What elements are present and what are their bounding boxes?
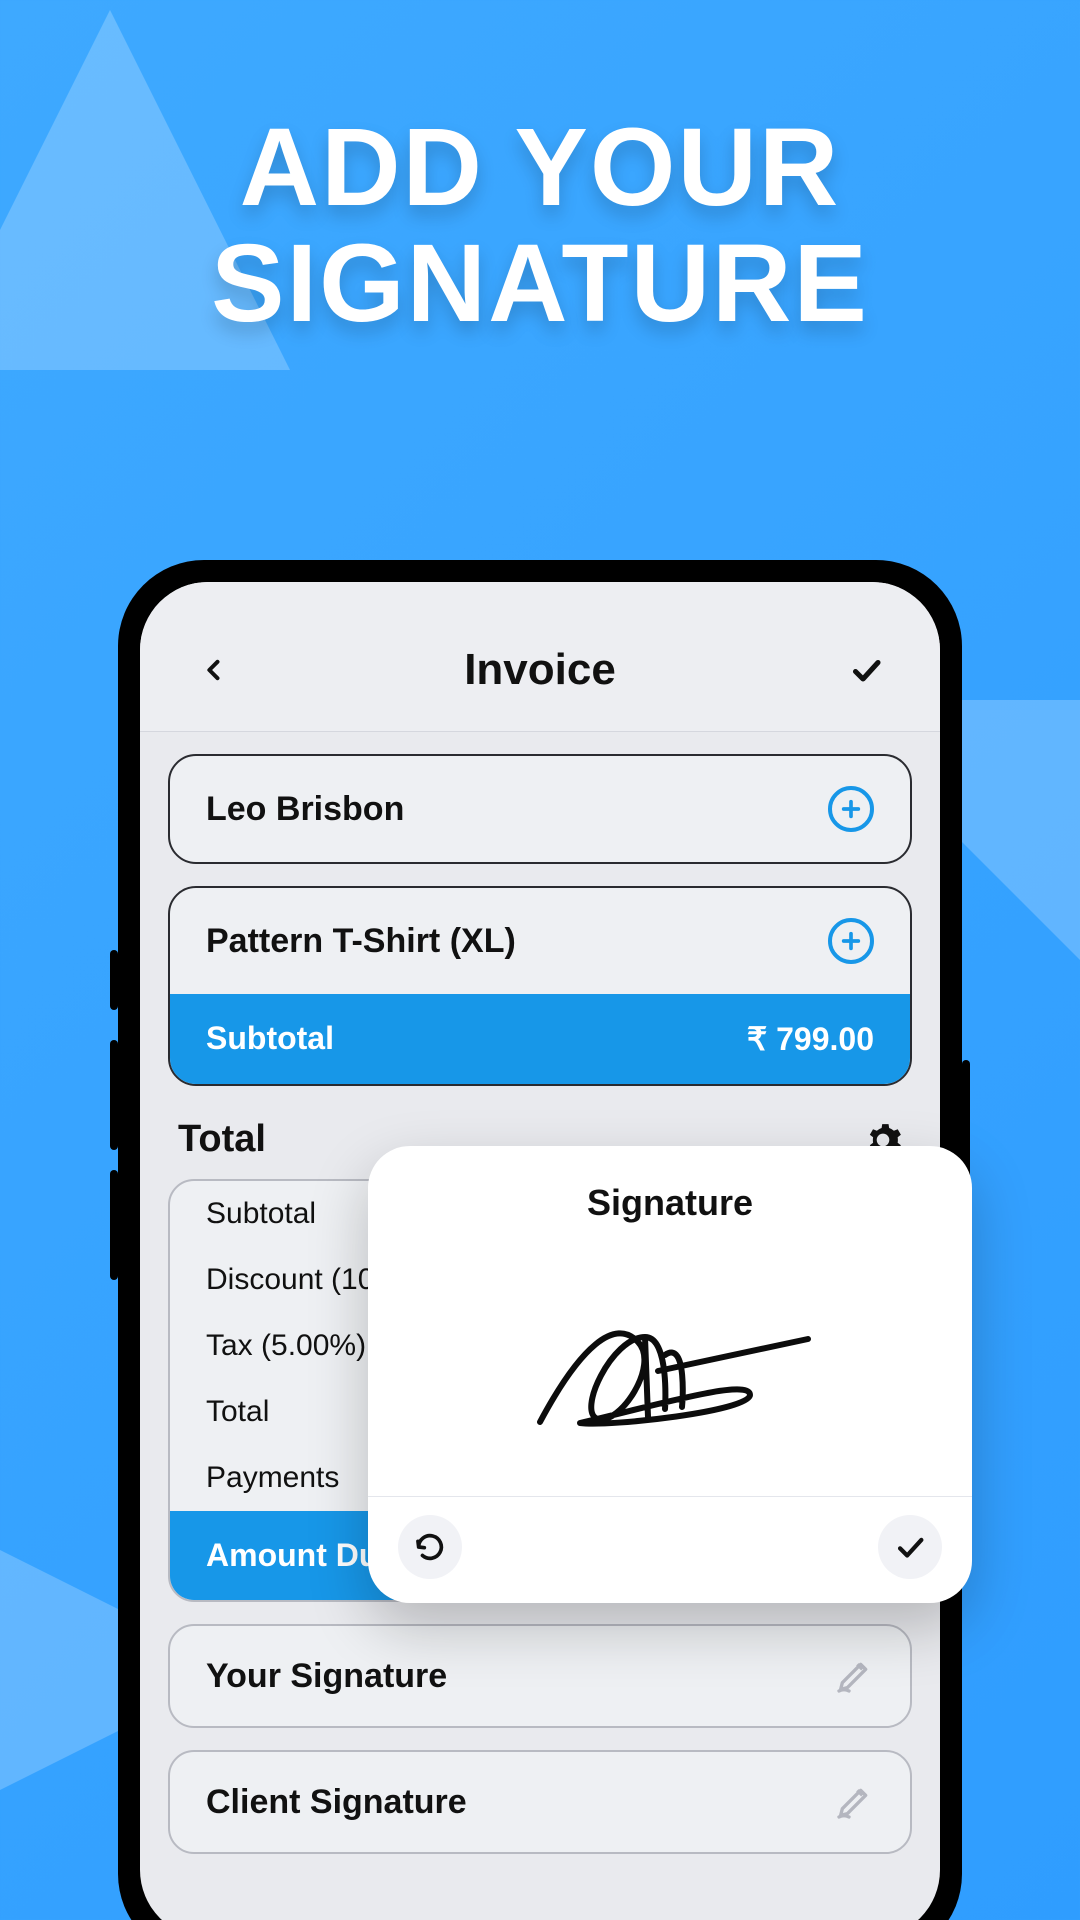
confirm-button[interactable] (848, 652, 884, 688)
total-heading: Total (178, 1118, 266, 1161)
client-signature-row[interactable]: Client Signature (168, 1750, 912, 1854)
phone-side-button (110, 1040, 118, 1150)
client-name: Leo Brisbon (206, 790, 404, 829)
headline-line-1: ADD YOUR (0, 110, 1080, 226)
client-card[interactable]: Leo Brisbon (168, 754, 912, 864)
back-button[interactable] (196, 652, 232, 688)
subtotal-value: ₹ 799.00 (747, 1020, 874, 1058)
item-name: Pattern T-Shirt (XL) (206, 922, 516, 961)
signature-panel-title: Signature (368, 1146, 972, 1254)
client-signature-label: Client Signature (206, 1783, 467, 1822)
your-signature-label: Your Signature (206, 1657, 447, 1696)
signature-canvas[interactable] (368, 1254, 972, 1490)
pencil-icon (834, 1782, 874, 1822)
marketing-headline: ADD YOUR SIGNATURE (0, 110, 1080, 341)
signature-confirm-button[interactable] (878, 1515, 942, 1579)
headline-line-2: SIGNATURE (0, 226, 1080, 342)
phone-side-button (110, 950, 118, 1010)
add-client-button[interactable] (828, 786, 874, 832)
phone-side-button (110, 1170, 118, 1280)
your-signature-row[interactable]: Your Signature (168, 1624, 912, 1728)
signature-reset-button[interactable] (398, 1515, 462, 1579)
page-title: Invoice (464, 645, 616, 695)
pencil-icon (834, 1656, 874, 1696)
subtotal-bar: Subtotal ₹ 799.00 (170, 994, 910, 1084)
item-card[interactable]: Pattern T-Shirt (XL) Subtotal ₹ 799.00 (168, 886, 912, 1086)
signature-panel: Signature (368, 1146, 972, 1603)
add-item-button[interactable] (828, 918, 874, 964)
topbar: Invoice (140, 582, 940, 732)
subtotal-label: Subtotal (206, 1020, 334, 1058)
